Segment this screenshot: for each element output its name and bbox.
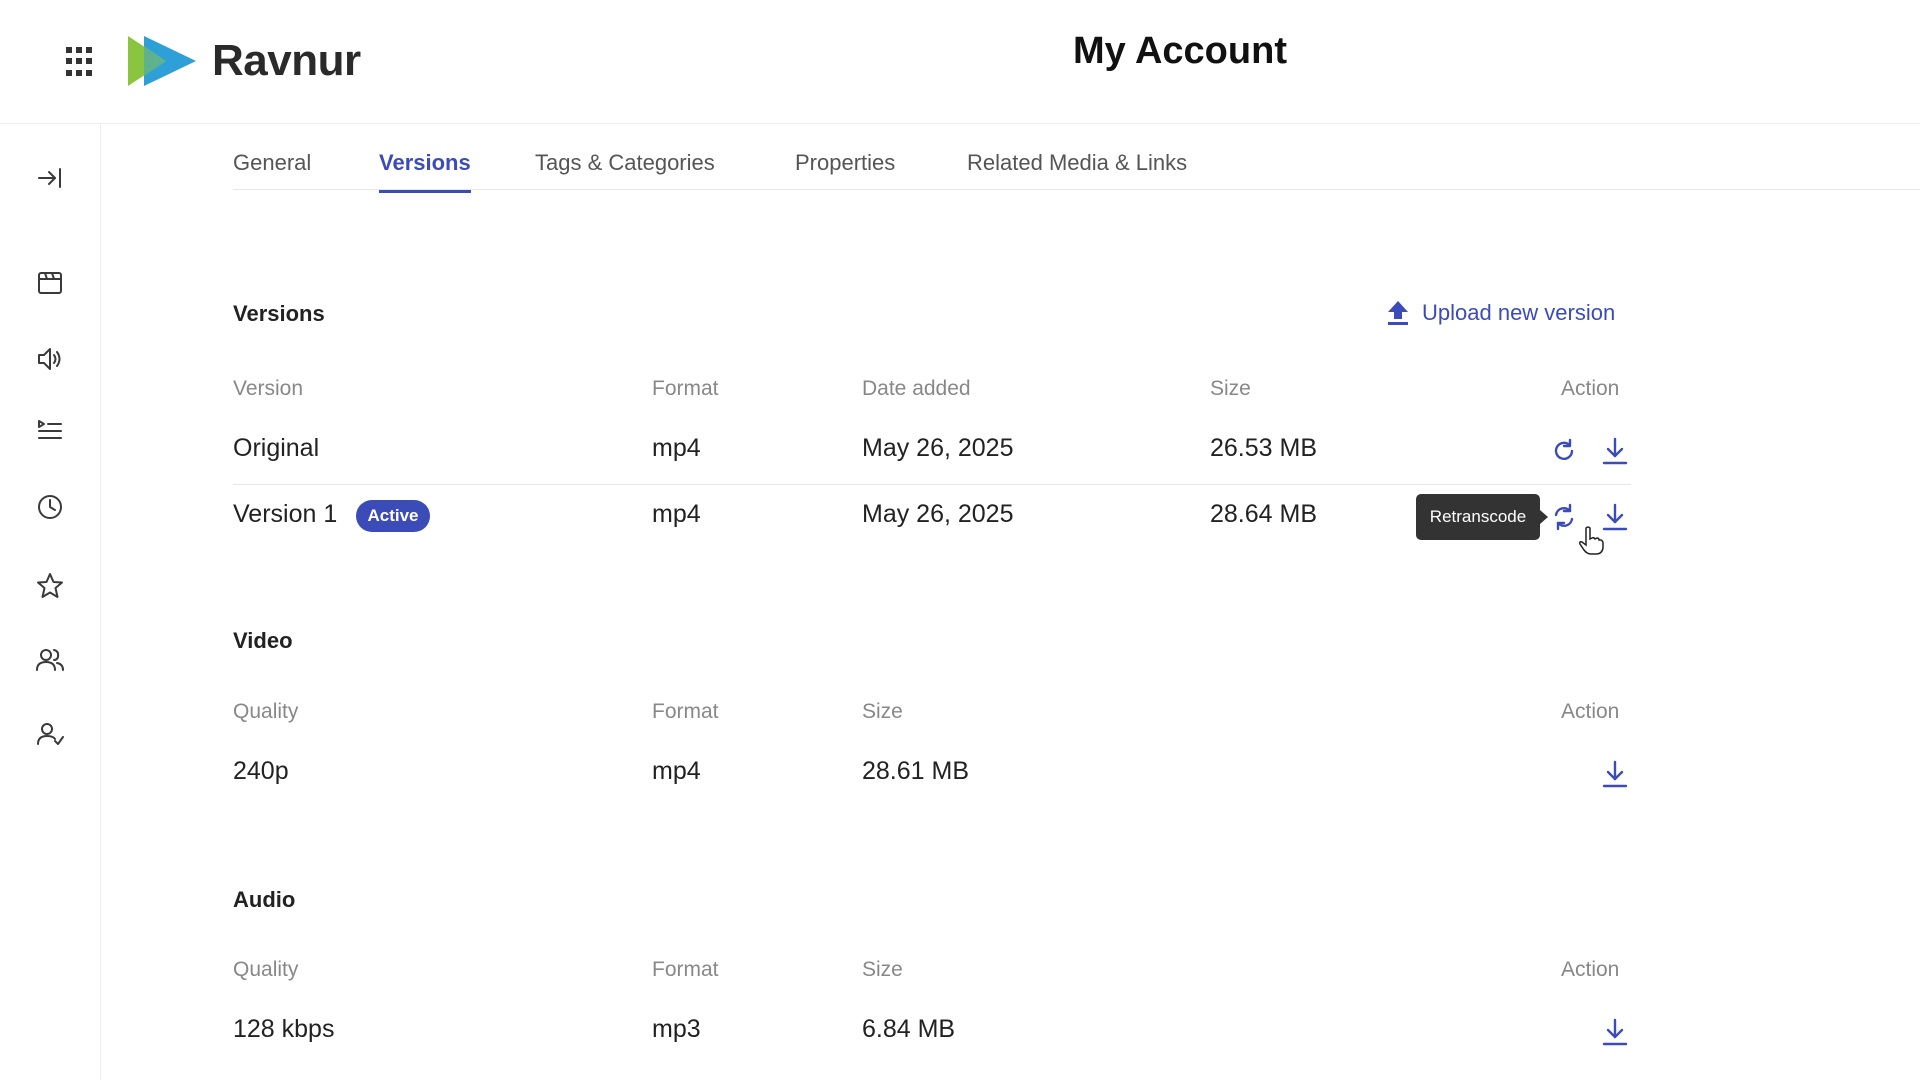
video-section-title: Video	[233, 628, 293, 653]
audio-icon[interactable]	[32, 341, 68, 377]
column-header-action: Action	[1561, 958, 1620, 981]
version-format: mp4	[652, 434, 701, 462]
column-header-quality: Quality	[233, 700, 299, 723]
audio-size: 6.84 MB	[862, 1015, 956, 1043]
version-size: 26.53 MB	[1210, 434, 1318, 462]
column-header-format: Format	[652, 958, 719, 981]
column-header-size: Size	[1210, 377, 1251, 400]
tab-bar: General Versions Tags & Categories Prope…	[233, 140, 1920, 193]
upload-new-version-label: Upload new version	[1422, 300, 1616, 325]
sidebar	[0, 124, 101, 1080]
version-date: May 26, 2025	[862, 434, 1014, 462]
users-icon[interactable]	[32, 642, 68, 678]
version-size: 28.64 MB	[1210, 500, 1318, 528]
playlist-icon[interactable]	[32, 412, 68, 448]
table-divider	[233, 484, 1631, 485]
upload-icon	[1388, 301, 1408, 325]
upload-new-version-button[interactable]: Upload new version	[1386, 300, 1615, 326]
retranscode-icon[interactable]	[1549, 502, 1579, 532]
active-badge: Active	[356, 500, 430, 532]
tab-properties[interactable]: Properties	[795, 150, 895, 190]
media-icon[interactable]	[32, 265, 68, 301]
star-icon[interactable]	[32, 568, 68, 604]
retranscode-icon[interactable]	[1549, 436, 1579, 466]
history-icon[interactable]	[32, 489, 68, 525]
tab-versions[interactable]: Versions	[379, 150, 471, 193]
column-header-quality: Quality	[233, 958, 299, 981]
column-header-size: Size	[862, 700, 903, 723]
audio-format: mp3	[652, 1015, 701, 1043]
download-icon[interactable]	[1600, 436, 1630, 466]
download-icon[interactable]	[1600, 1017, 1630, 1047]
tab-general[interactable]: General	[233, 150, 311, 190]
version-name: Version 1	[233, 500, 338, 528]
video-format: mp4	[652, 757, 701, 785]
column-header-action: Action	[1561, 377, 1620, 400]
page-title: My Account	[1073, 30, 1287, 72]
app-header: Ravnur My Account	[0, 0, 1920, 124]
column-header-format: Format	[652, 377, 719, 400]
version-name: Original	[233, 434, 320, 462]
collapse-sidebar-icon[interactable]	[32, 160, 68, 196]
user-check-icon[interactable]	[32, 716, 68, 752]
audio-quality: 128 kbps	[233, 1015, 335, 1043]
video-size: 28.61 MB	[862, 757, 970, 785]
column-header-version: Version	[233, 377, 304, 400]
tab-related-media-links[interactable]: Related Media & Links	[967, 150, 1187, 190]
audio-section-title: Audio	[233, 887, 296, 912]
download-icon[interactable]	[1600, 502, 1630, 532]
column-header-format: Format	[652, 700, 719, 723]
video-quality: 240p	[233, 757, 289, 785]
retranscode-tooltip: Retranscode	[1416, 494, 1548, 540]
version-date: May 26, 2025	[862, 500, 1014, 528]
column-header-size: Size	[862, 958, 903, 981]
tab-tags-categories[interactable]: Tags & Categories	[535, 150, 715, 190]
hand-cursor-icon	[1579, 526, 1604, 555]
versions-section-title: Versions	[233, 301, 325, 326]
version-format: mp4	[652, 500, 701, 528]
column-header-date: Date added	[862, 377, 971, 400]
download-icon[interactable]	[1600, 759, 1630, 789]
column-header-action: Action	[1561, 700, 1620, 723]
